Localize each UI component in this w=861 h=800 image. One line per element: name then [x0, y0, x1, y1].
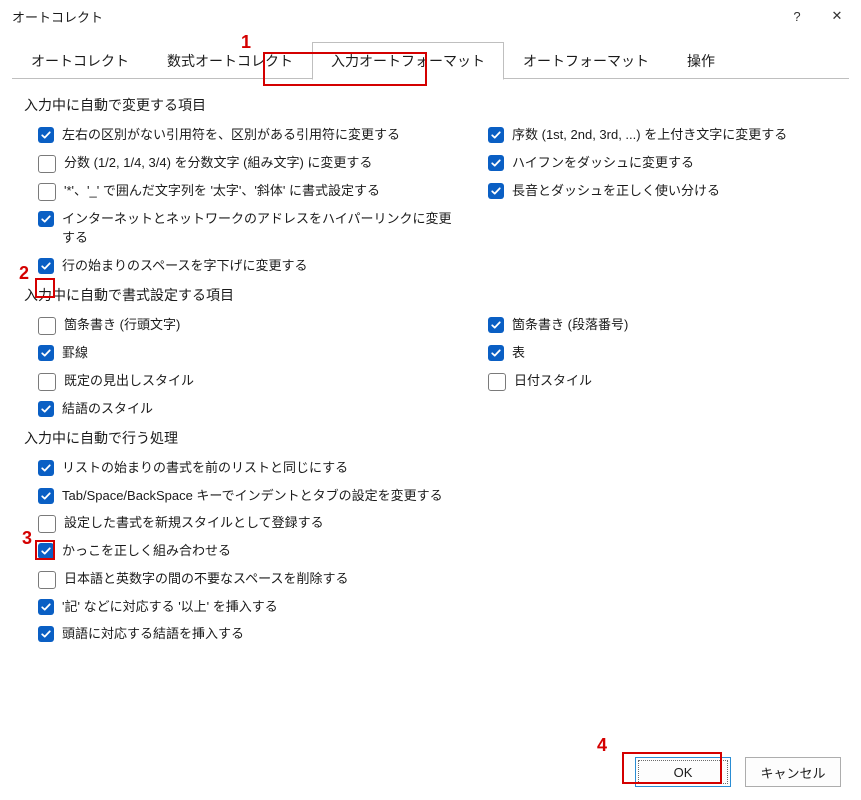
autocorrect-dialog: オートコレクト ? ✕ オートコレクト数式オートコレクト入力オートフォーマットオ…: [0, 0, 861, 800]
borders-checkbox[interactable]: [38, 345, 54, 361]
hyperlinks-checkbox[interactable]: [38, 211, 54, 227]
tab-2[interactable]: 入力オートフォーマット: [312, 42, 504, 80]
option-ordinals[interactable]: 序数 (1st, 2nd, 3rd, ...) を上付き文字に変更する: [474, 125, 841, 145]
option-numbered-lists[interactable]: 箇条書き (段落番号): [474, 315, 841, 335]
numbered-lists-checkbox[interactable]: [488, 317, 504, 333]
option-list-like-prev[interactable]: リストの始まりの書式を前のリストと同じにする: [24, 458, 841, 478]
titlebar: オートコレクト ? ✕: [0, 0, 861, 33]
option-label: 表: [512, 343, 525, 363]
ordinals-checkbox[interactable]: [488, 127, 504, 143]
ok-button[interactable]: OK: [635, 757, 731, 787]
option-insert-ijou[interactable]: '記' などに対応する '以上' を挿入する: [24, 597, 841, 617]
fractions-checkbox[interactable]: [38, 155, 56, 173]
option-fractions[interactable]: 分数 (1/2, 1/4, 3/4) を分数文字 (組み文字) に変更する: [24, 153, 464, 173]
close-button[interactable]: ✕: [817, 0, 857, 32]
tabbar: オートコレクト数式オートコレクト入力オートフォーマットオートフォーマット操作: [12, 41, 849, 79]
option-label: 結語のスタイル: [62, 399, 153, 419]
option-label: 序数 (1st, 2nd, 3rd, ...) を上付き文字に変更する: [512, 125, 787, 145]
option-label: 左右の区別がない引用符を、区別がある引用符に変更する: [62, 125, 400, 145]
option-tab-space-backspace[interactable]: Tab/Space/BackSpace キーでインデントとタブの設定を変更する: [24, 486, 841, 506]
option-match-brackets[interactable]: かっこを正しく組み合わせる: [24, 541, 841, 561]
section-title-change: 入力中に自動で変更する項目: [24, 95, 841, 115]
window-title: オートコレクト: [12, 7, 777, 26]
smart-quotes-checkbox[interactable]: [38, 127, 54, 143]
option-hyphen-dash[interactable]: ハイフンをダッシュに変更する: [474, 153, 841, 173]
heading-styles-checkbox[interactable]: [38, 373, 56, 391]
option-label: 日付スタイル: [514, 371, 592, 391]
bold-italic-checkbox[interactable]: [38, 183, 56, 201]
option-label: '*'、'_' で囲んだ文字列を '太字'、'斜体' に書式設定する: [64, 181, 380, 201]
option-label: Tab/Space/BackSpace キーでインデントとタブの設定を変更する: [62, 486, 443, 506]
option-hyperlinks[interactable]: インターネットとネットワークのアドレスをハイパーリンクに変更する: [24, 209, 464, 248]
option-label: 既定の見出しスタイル: [64, 371, 194, 391]
trim-spaces-checkbox[interactable]: [38, 571, 56, 589]
dialog-footer: OK キャンセル: [0, 744, 861, 800]
date-style-checkbox[interactable]: [488, 373, 506, 391]
new-style-checkbox[interactable]: [38, 515, 56, 533]
match-brackets-checkbox[interactable]: [38, 543, 54, 559]
option-label: リストの始まりの書式を前のリストと同じにする: [62, 458, 348, 478]
option-label: 日本語と英数字の間の不要なスペースを削除する: [64, 569, 348, 589]
indent-spaces-checkbox[interactable]: [38, 258, 54, 274]
help-button[interactable]: ?: [777, 0, 817, 32]
bullets-checkbox[interactable]: [38, 317, 56, 335]
tab-space-backspace-checkbox[interactable]: [38, 488, 54, 504]
option-label: 罫線: [62, 343, 88, 363]
option-label: 箇条書き (段落番号): [512, 315, 628, 335]
option-indent-spaces[interactable]: 行の始まりのスペースを字下げに変更する: [24, 256, 464, 276]
option-insert-closing[interactable]: 頭語に対応する結語を挿入する: [24, 624, 841, 644]
option-label: 設定した書式を新規スタイルとして登録する: [64, 513, 324, 533]
cancel-button[interactable]: キャンセル: [745, 757, 841, 787]
tab-0[interactable]: オートコレクト: [12, 42, 148, 80]
option-label: インターネットとネットワークのアドレスをハイパーリンクに変更する: [62, 209, 464, 248]
option-label: ハイフンをダッシュに変更する: [512, 153, 694, 173]
option-borders[interactable]: 罫線: [24, 343, 464, 363]
section-title-format: 入力中に自動で書式設定する項目: [24, 285, 841, 305]
tab-3[interactable]: オートフォーマット: [504, 42, 668, 80]
tab-4[interactable]: 操作: [668, 42, 734, 80]
option-label: '記' などに対応する '以上' を挿入する: [62, 597, 278, 617]
insert-closing-checkbox[interactable]: [38, 626, 54, 642]
option-long-vowel-dash[interactable]: 長音とダッシュを正しく使い分ける: [474, 181, 841, 201]
list-like-prev-checkbox[interactable]: [38, 460, 54, 476]
option-label: 行の始まりのスペースを字下げに変更する: [62, 256, 307, 276]
tables-checkbox[interactable]: [488, 345, 504, 361]
option-label: 頭語に対応する結語を挿入する: [62, 624, 244, 644]
option-tables[interactable]: 表: [474, 343, 841, 363]
option-heading-styles[interactable]: 既定の見出しスタイル: [24, 371, 464, 391]
tab-1[interactable]: 数式オートコレクト: [148, 42, 312, 80]
option-date-style[interactable]: 日付スタイル: [474, 371, 841, 391]
option-label: かっこを正しく組み合わせる: [62, 541, 231, 561]
tab-panel-input-autoformat: 入力中に自動で変更する項目 左右の区別がない引用符を、区別がある引用符に変更する…: [0, 79, 861, 744]
option-bold-italic[interactable]: '*'、'_' で囲んだ文字列を '太字'、'斜体' に書式設定する: [24, 181, 464, 201]
insert-ijou-checkbox[interactable]: [38, 599, 54, 615]
option-new-style[interactable]: 設定した書式を新規スタイルとして登録する: [24, 513, 841, 533]
hyphen-dash-checkbox[interactable]: [488, 155, 504, 171]
option-label: 長音とダッシュを正しく使い分ける: [512, 181, 720, 201]
option-bullets[interactable]: 箇条書き (行頭文字): [24, 315, 464, 335]
closing-style-checkbox[interactable]: [38, 401, 54, 417]
option-label: 分数 (1/2, 1/4, 3/4) を分数文字 (組み文字) に変更する: [64, 153, 372, 173]
option-smart-quotes[interactable]: 左右の区別がない引用符を、区別がある引用符に変更する: [24, 125, 464, 145]
option-closing-style[interactable]: 結語のスタイル: [24, 399, 464, 419]
option-label: 箇条書き (行頭文字): [64, 315, 180, 335]
option-trim-spaces[interactable]: 日本語と英数字の間の不要なスペースを削除する: [24, 569, 841, 589]
long-vowel-dash-checkbox[interactable]: [488, 183, 504, 199]
section-title-process: 入力中に自動で行う処理: [24, 428, 841, 448]
